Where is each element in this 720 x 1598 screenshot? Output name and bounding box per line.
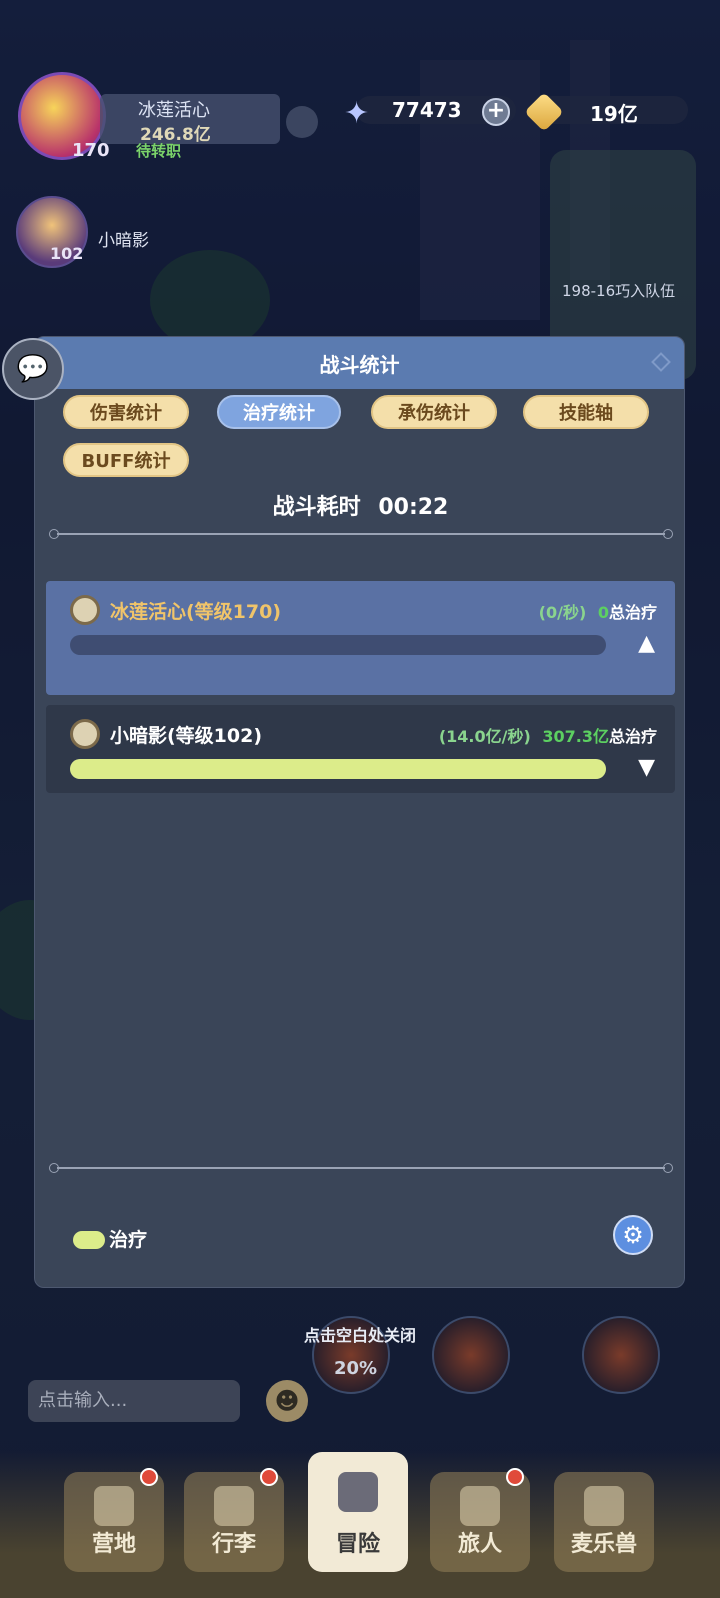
add-stones-button[interactable]: + <box>482 98 510 126</box>
nav-travelers[interactable]: 旅人 <box>430 1468 530 1572</box>
dialog-header: 战斗统计 <box>35 337 684 389</box>
hero-name: 冰莲活心 <box>138 100 210 121</box>
collapse-arrow-icon[interactable]: ▲ <box>638 631 655 656</box>
notification-badge <box>140 1468 158 1486</box>
crossed-swords-icon <box>338 1472 378 1512</box>
divider <box>49 1163 673 1173</box>
hero-name: 小暗影 <box>98 231 149 251</box>
heal-total: 307.3亿 <box>542 727 609 746</box>
trophy-button[interactable] <box>286 106 318 138</box>
battle-duration: 战斗耗时 00:22 <box>35 489 684 521</box>
tab-skill-timeline[interactable]: 技能轴 <box>523 395 649 429</box>
gear-icon[interactable]: ⚙ <box>613 1215 653 1255</box>
traveler-icon <box>460 1486 500 1526</box>
class-emblem-icon <box>70 595 100 625</box>
close-hint: 点击空白处关闭 <box>303 1326 416 1345</box>
row-stats: (14.0亿/秒) 307.3亿总治疗 <box>439 723 657 747</box>
chest-icon <box>214 1486 254 1526</box>
nav-beasts[interactable]: 麦乐兽 <box>554 1472 654 1572</box>
hero-level: 102 <box>50 244 84 263</box>
legend-label: 治疗 <box>109 1229 148 1251</box>
gold-count: 19亿 <box>590 102 638 126</box>
stones-count: 77473 <box>392 98 462 122</box>
heal-total: 0 <box>597 603 609 622</box>
hero-status: 待转职 <box>136 142 182 160</box>
chat-input[interactable]: 点击输入... <box>28 1380 240 1422</box>
nav-camp[interactable]: 营地 <box>64 1468 164 1572</box>
hero-level: 170 <box>72 140 110 161</box>
battle-stats-dialog: 战斗统计 伤害统计 治疗统计 承伤统计 技能轴 BUFF统计 战斗耗时 00:2… <box>34 336 685 1288</box>
star-stone-icon: ✦ <box>344 96 370 131</box>
nav-label: 行李 <box>211 1532 256 1557</box>
divider <box>49 529 673 539</box>
row-name: 小暗影(等级102) <box>110 725 263 747</box>
dialog-title: 战斗统计 <box>319 352 400 377</box>
heal-rate: (0/秒) <box>538 603 587 622</box>
emoji-icon[interactable]: ☻ <box>266 1380 308 1422</box>
row-stats: (0/秒) 0总治疗 <box>539 599 657 623</box>
tab-damage[interactable]: 伤害统计 <box>63 395 189 429</box>
heal-bar <box>70 635 606 655</box>
skill-percent: 20% <box>334 1358 378 1379</box>
heal-bar-fill <box>70 759 606 779</box>
heal-bar <box>70 759 606 779</box>
fox-icon <box>584 1486 624 1526</box>
nav-bag[interactable]: 行李 <box>184 1468 284 1572</box>
row-name: 冰莲活心(等级170) <box>110 601 282 623</box>
tab-damage-taken[interactable]: 承伤统计 <box>371 395 497 429</box>
heal-total-label: 总治疗 <box>608 603 657 622</box>
nav-label: 冒险 <box>335 1532 380 1557</box>
nav-adventure[interactable]: 冒险 <box>308 1452 408 1572</box>
tab-healing[interactable]: 治疗统计 <box>217 395 341 429</box>
tab-buff[interactable]: BUFF统计 <box>63 443 189 477</box>
class-emblem-icon <box>70 719 100 749</box>
diamond-icon <box>651 352 671 372</box>
heal-rate: (14.0亿/秒) <box>438 727 531 746</box>
heal-total-label: 总治疗 <box>608 727 657 746</box>
chat-icon[interactable]: 💬 <box>2 338 64 400</box>
notification-badge <box>260 1468 278 1486</box>
stat-row[interactable]: 小暗影(等级102) (14.0亿/秒) 307.3亿总治疗 ▼ <box>46 705 675 793</box>
duration-label: 战斗耗时 <box>272 495 361 520</box>
duration-value: 00:22 <box>378 495 449 520</box>
side-quest-text: 198-16巧入队伍 <box>562 282 676 300</box>
stat-row[interactable]: 冰莲活心(等级170) (0/秒) 0总治疗 ▲ <box>46 581 675 695</box>
expand-arrow-icon[interactable]: ▼ <box>638 755 655 780</box>
nav-label: 旅人 <box>457 1532 502 1557</box>
nav-label: 麦乐兽 <box>570 1532 637 1557</box>
notification-badge <box>506 1468 524 1486</box>
castle-icon <box>94 1486 134 1526</box>
legend-swatch <box>73 1231 105 1249</box>
nav-label: 营地 <box>91 1532 136 1557</box>
